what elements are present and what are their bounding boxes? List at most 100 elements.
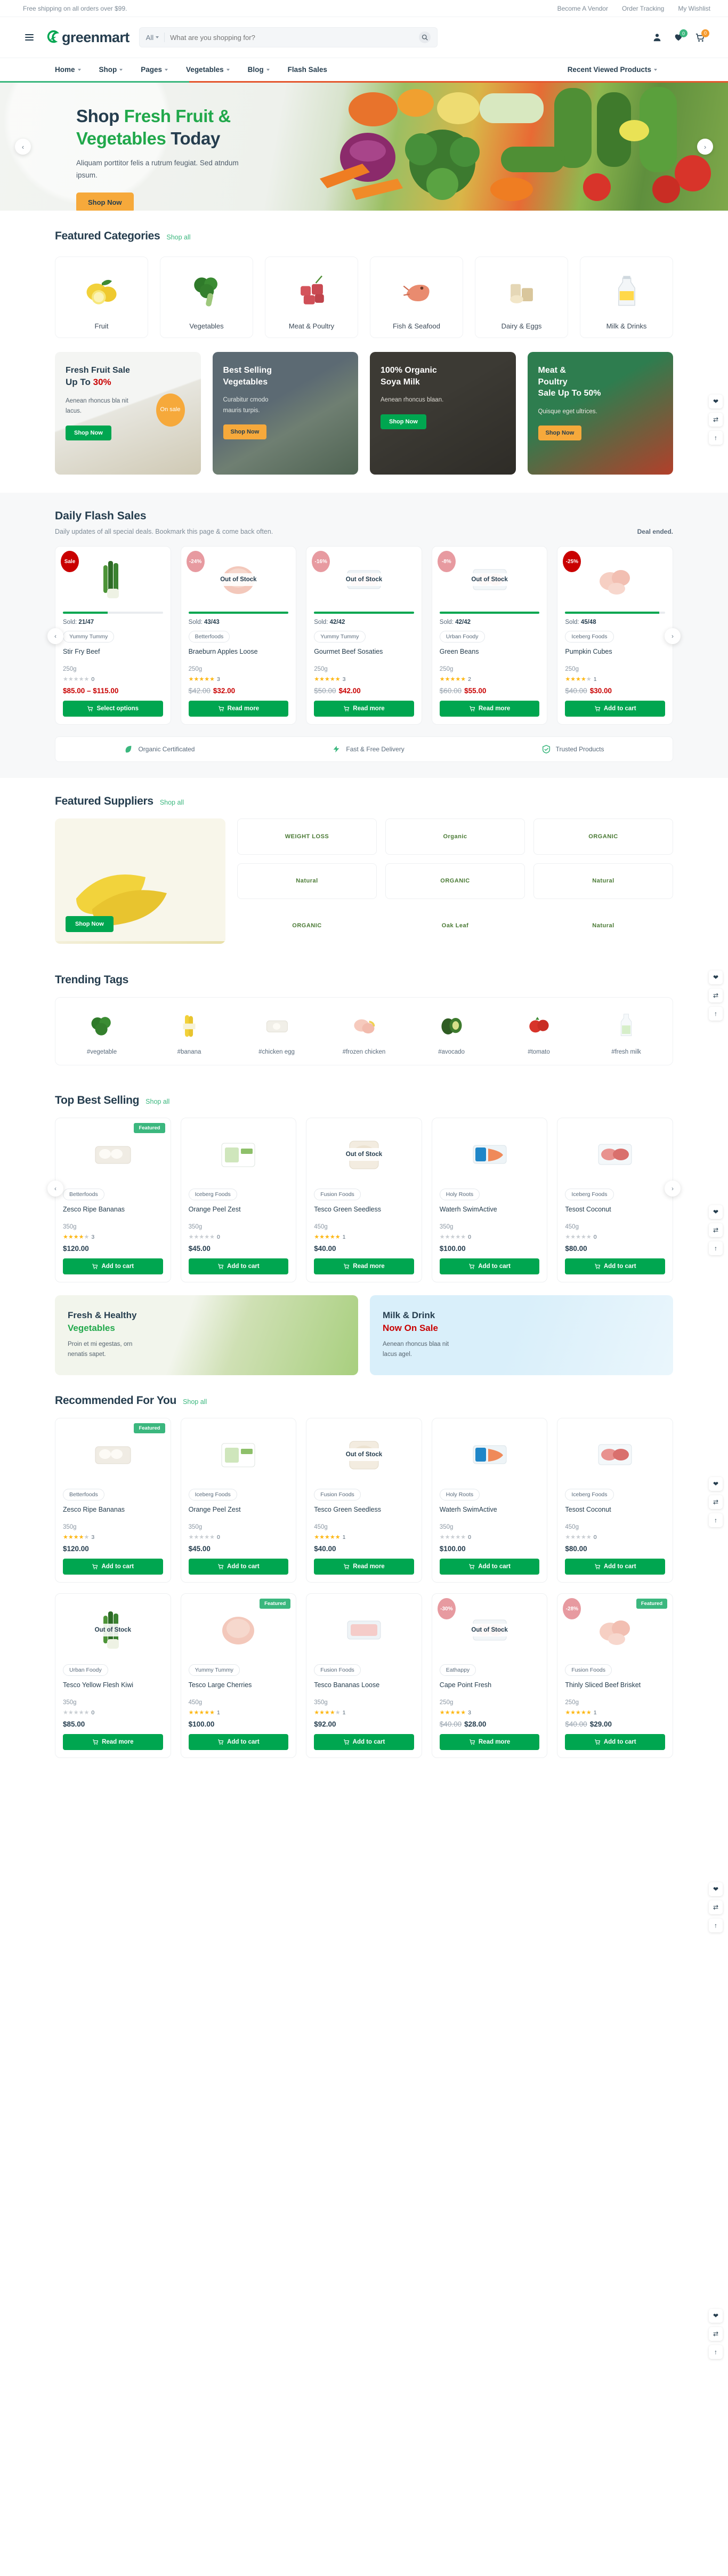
product-cta-button[interactable]: Read more	[439, 701, 540, 717]
product-cta-button[interactable]: Add to cart	[188, 1559, 289, 1575]
flash-product-card[interactable]: -24% Out of Stock Sold: 43/43 Betterfood…	[180, 546, 297, 725]
product-cta-button[interactable]: Read more	[314, 1559, 414, 1575]
product-name[interactable]: Tesco Green Seedless	[314, 1505, 414, 1523]
promo-banner-meat-poultry[interactable]: Meat & Poultry Sale Up To 50% Quisque eget…	[527, 352, 673, 475]
nav-item-shop[interactable]: Shop	[99, 66, 123, 74]
product-name[interactable]: Zesco Ripe Bananas	[63, 1205, 163, 1223]
wishlist-rail-icon[interactable]: ❤	[709, 1477, 723, 1491]
search-input[interactable]	[170, 33, 414, 42]
search-bar[interactable]: All	[139, 27, 438, 47]
hero-next-arrow[interactable]: ›	[697, 139, 713, 155]
scroll-top-rail-icon[interactable]: ↑	[709, 1241, 723, 1255]
flash-product-card[interactable]: -25% Sold: 45/48 Iceberg Foods Pumpkin C…	[557, 546, 673, 725]
product-name[interactable]: Tesco Green Seedless	[314, 1205, 414, 1223]
supplier-logo[interactable]: Oak Leaf	[385, 908, 525, 944]
product-cta-button[interactable]: Add to cart	[439, 1258, 540, 1274]
vendor-badge[interactable]: Iceberg Foods	[565, 1189, 614, 1200]
scroll-top-rail-icon[interactable]: ↑	[709, 431, 723, 445]
mid-banner-vegetables[interactable]: Fresh & Healthy Vegetables Proin et mi eg…	[55, 1295, 358, 1375]
product-card[interactable]: Iceberg Foods Orange Peel Zest 350g ★★★★…	[180, 1118, 297, 1282]
product-card[interactable]: Featured Betterfoods Zesco Ripe Bananas …	[55, 1418, 171, 1583]
product-cta-button[interactable]: Read more	[188, 701, 289, 717]
cart-icon[interactable]: 0	[695, 29, 709, 43]
flash-product-card[interactable]: -8% Out of Stock Sold: 42/42 Urban Foody…	[431, 546, 548, 725]
category-card-dairy-eggs[interactable]: Dairy & Eggs	[475, 256, 568, 338]
product-name[interactable]: Tesost Coconut	[565, 1205, 665, 1223]
trending-tag[interactable]: #fresh milk	[587, 1007, 665, 1055]
trending-tag[interactable]: #frozen chicken	[325, 1007, 403, 1055]
wishlist-rail-icon[interactable]: ❤	[709, 1882, 723, 1896]
site-logo[interactable]: greenmart	[45, 29, 130, 46]
product-card[interactable]: Iceberg Foods Tesost Coconut 450g ★★★★★ 0…	[557, 1418, 673, 1583]
scroll-top-rail-icon[interactable]: ↑	[709, 1919, 723, 1932]
trending-tag[interactable]: #banana	[150, 1007, 228, 1055]
product-name[interactable]: Braeburn Apples Loose	[189, 647, 289, 665]
product-name[interactable]: Gourmet Beef Sosaties	[314, 647, 414, 665]
wishlist-rail-icon[interactable]: ❤	[709, 395, 723, 408]
best-selling-shop-all-link[interactable]: Shop all	[145, 1098, 169, 1105]
product-cta-button[interactable]: Read more	[314, 1258, 414, 1274]
promo-shop-now-button[interactable]: Shop Now	[223, 424, 267, 440]
product-name[interactable]: Waterh SwimActive	[440, 1205, 540, 1223]
product-cta-button[interactable]: Add to cart	[63, 1559, 163, 1575]
trending-tag[interactable]: #avocado	[412, 1007, 490, 1055]
supplier-logo[interactable]: Natural	[533, 863, 673, 900]
suppliers-shop-all-link[interactable]: Shop all	[160, 799, 184, 806]
vendor-badge[interactable]: Iceberg Foods	[188, 1489, 237, 1500]
order-tracking-link[interactable]: Order Tracking	[622, 5, 664, 12]
scroll-top-rail-icon[interactable]: ↑	[709, 1513, 723, 1527]
product-name[interactable]: Zesco Ripe Bananas	[63, 1505, 163, 1523]
product-name[interactable]: Orange Peel Zest	[189, 1205, 289, 1223]
product-name[interactable]: Tesost Coconut	[565, 1505, 665, 1523]
product-cta-button[interactable]: Add to cart	[565, 701, 665, 717]
product-cta-button[interactable]: Add to cart	[188, 1258, 289, 1274]
recommended-shop-all-link[interactable]: Shop all	[183, 1398, 207, 1406]
flash-product-card[interactable]: Sale Sold: 21/47 Yummy Tummy Stir Fry Be…	[55, 546, 171, 725]
product-card[interactable]: -30% Out of Stock Eathappy Cape Point Fr…	[431, 1593, 548, 1758]
compare-rail-icon[interactable]: ⇄	[709, 1900, 723, 1914]
promo-banner-best-selling-vegetables[interactable]: Best Selling Vegetables Curabitur cmodo m…	[212, 352, 358, 475]
supplier-logo[interactable]: Natural	[533, 908, 673, 944]
vendor-badge[interactable]: Holy Roots	[439, 1189, 480, 1200]
compare-rail-icon[interactable]: ⇄	[709, 1223, 723, 1237]
product-name[interactable]: Stir Fry Beef	[63, 647, 163, 665]
vendor-badge[interactable]: Holy Roots	[439, 1489, 480, 1500]
wishlist-rail-icon[interactable]: ❤	[709, 970, 723, 984]
product-card[interactable]: Featured Yummy Tummy Tesco Large Cherrie…	[180, 1593, 297, 1758]
promo-banner-fresh-fruit[interactable]: Fresh Fruit Sale Up To 30% Aenean rhoncu…	[55, 352, 201, 475]
nav-item-vegetables[interactable]: Vegetables	[186, 66, 230, 74]
product-cta-button[interactable]: Read more	[63, 1734, 163, 1750]
product-cta-button[interactable]: Read more	[439, 1734, 540, 1750]
flash-prev-arrow[interactable]: ‹	[47, 628, 63, 644]
product-cta-button[interactable]: Add to cart	[565, 1258, 665, 1274]
vendor-badge[interactable]: Yummy Tummy	[63, 631, 115, 643]
supplier-logo[interactable]: ORGANIC	[237, 908, 377, 944]
trending-tag[interactable]: #tomato	[500, 1007, 578, 1055]
mid-banner-milk-drink[interactable]: Milk & Drink Now On Sale Aenean rhoncus b…	[370, 1295, 673, 1375]
flash-product-card[interactable]: -16% Out of Stock Sold: 42/42 Yummy Tumm…	[306, 546, 422, 725]
hamburger-menu-icon[interactable]	[23, 32, 36, 43]
product-name[interactable]: Waterh SwimActive	[440, 1505, 540, 1523]
product-cta-button[interactable]: Add to cart	[439, 1559, 540, 1575]
vendor-badge[interactable]: Betterfoods	[188, 631, 230, 643]
nav-item-home[interactable]: Home	[55, 66, 81, 74]
promo-banner-organic-soya-milk[interactable]: 100% Organic Soya Milk Aenean rhoncus bla…	[370, 352, 516, 475]
category-card-meat-poultry[interactable]: Meat & Poultry	[265, 256, 358, 338]
vendor-badge[interactable]: Fusion Foods	[314, 1664, 361, 1676]
search-icon[interactable]	[418, 31, 431, 43]
category-card-fruit[interactable]: Fruit	[55, 256, 148, 338]
vendor-badge[interactable]: Fusion Foods	[565, 1664, 612, 1676]
product-name[interactable]: Green Beans	[440, 647, 540, 665]
product-card[interactable]: Out of Stock Fusion Foods Tesco Green Se…	[306, 1118, 422, 1282]
product-card[interactable]: Out of Stock Urban Foody Tesco Yellow Fl…	[55, 1593, 171, 1758]
search-category-select[interactable]: All	[146, 34, 159, 42]
wishlist-rail-icon[interactable]: ❤	[709, 2309, 723, 2323]
product-card[interactable]: Holy Roots Waterh SwimActive 350g ★★★★★ 0…	[431, 1118, 548, 1282]
product-cta-button[interactable]: Add to cart	[565, 1559, 665, 1575]
product-name[interactable]: Orange Peel Zest	[189, 1505, 289, 1523]
product-card[interactable]: Iceberg Foods Orange Peel Zest 350g ★★★★…	[180, 1418, 297, 1583]
product-name[interactable]: Cape Point Fresh	[440, 1681, 540, 1699]
scroll-top-rail-icon[interactable]: ↑	[709, 2345, 723, 2359]
become-a-vendor-link[interactable]: Become A Vendor	[557, 5, 608, 12]
promo-shop-now-button[interactable]: Shop Now	[66, 425, 111, 440]
